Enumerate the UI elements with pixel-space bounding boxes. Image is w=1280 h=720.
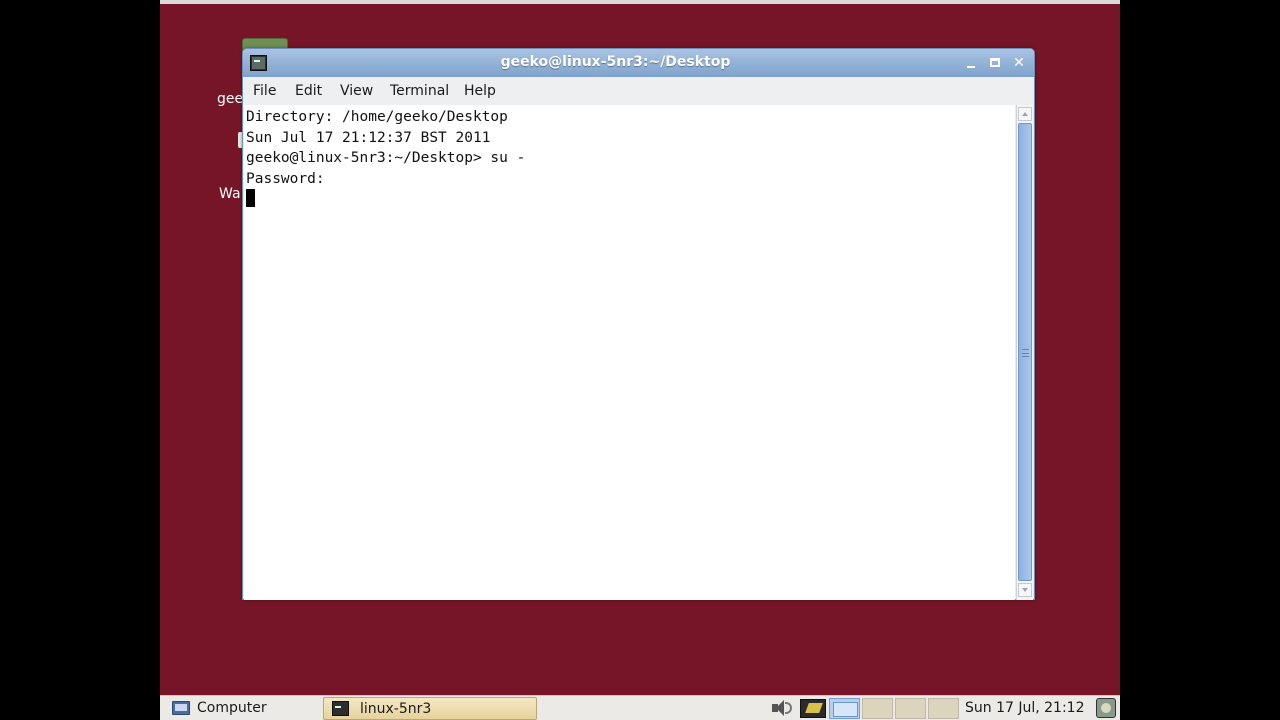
desktop-screen: gee Wa geeko@linux-5nr3:~/Desktop ✕ File…: [160, 0, 1120, 720]
grip-icon: [1022, 349, 1029, 357]
notes-icon[interactable]: [800, 699, 826, 718]
desktop-icon-label-home[interactable]: gee: [217, 91, 243, 107]
minimize-icon: [967, 66, 975, 68]
workspace-4[interactable]: [928, 698, 959, 719]
terminal-line: Directory: /home/geeko/Desktop: [246, 109, 508, 125]
terminal-icon: [332, 701, 349, 716]
menu-terminal[interactable]: Terminal: [390, 83, 449, 99]
scroll-up-arrow-icon[interactable]: [1018, 107, 1032, 121]
menu-bar: File Edit View Terminal Help: [243, 77, 1034, 105]
computer-menu-label: Computer: [197, 700, 267, 716]
window-title: geeko@linux-5nr3:~/Desktop: [500, 54, 731, 70]
maximize-button[interactable]: [987, 55, 1003, 71]
window-titlebar[interactable]: geeko@linux-5nr3:~/Desktop ✕: [243, 49, 1034, 77]
menu-help[interactable]: Help: [464, 83, 496, 99]
taskbar-window-label: linux-5nr3: [360, 701, 432, 717]
scroll-down-arrow-icon[interactable]: [1018, 583, 1032, 597]
workspace-3[interactable]: [895, 698, 926, 719]
computer-icon: [172, 701, 190, 715]
volume-icon[interactable]: [770, 699, 794, 718]
close-button[interactable]: ✕: [1011, 55, 1027, 71]
clock[interactable]: Sun 17 Jul, 21:12: [965, 700, 1085, 716]
menu-file[interactable]: File: [253, 83, 276, 99]
terminal-window: geeko@linux-5nr3:~/Desktop ✕ File Edit V…: [242, 48, 1035, 600]
terminal-line: Sun Jul 17 21:12:37 BST 2011: [246, 129, 491, 146]
taskbar-window-button[interactable]: linux-5nr3: [323, 697, 537, 720]
terminal-prompt-line[interactable]: [246, 189, 525, 211]
terminal-line: geeko@linux-5nr3:~/Desktop> su -: [246, 150, 526, 166]
desktop-icon-label-trash[interactable]: Wa: [219, 186, 241, 202]
vertical-scrollbar[interactable]: [1016, 105, 1033, 600]
minimize-button[interactable]: [963, 55, 979, 71]
top-strip: [160, 0, 1120, 4]
close-icon: ✕: [1013, 55, 1025, 71]
terminal-line: Password:: [246, 170, 325, 187]
terminal-output[interactable]: Directory: /home/geeko/Desktop Sun Jul 17…: [244, 105, 1015, 600]
computer-menu-button[interactable]: Computer: [166, 698, 316, 719]
text-cursor: [246, 189, 255, 207]
scrollbar-thumb[interactable]: [1018, 123, 1032, 581]
workspace-2[interactable]: [862, 698, 893, 719]
maximize-icon: [990, 58, 1000, 67]
menu-view[interactable]: View: [340, 83, 373, 99]
screensaver-icon[interactable]: [1096, 698, 1116, 718]
workspace-1[interactable]: [829, 698, 860, 719]
taskbar: Computer linux-5nr3 Sun 17 Jul, 21:12: [160, 695, 1120, 720]
menu-edit[interactable]: Edit: [295, 83, 322, 99]
